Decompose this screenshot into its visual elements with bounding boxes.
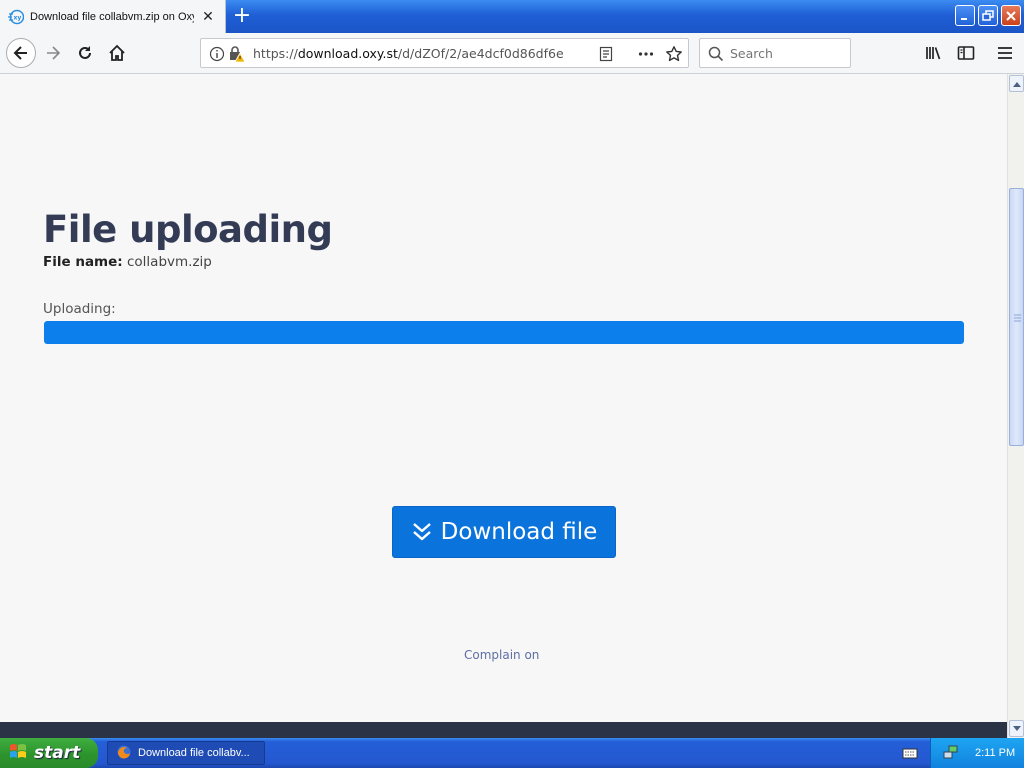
grip-icon xyxy=(1014,314,1021,322)
taskbar-item-browser[interactable]: Download file collabv... xyxy=(107,741,265,765)
keyboard-icon[interactable] xyxy=(902,746,918,765)
tab-title: Download file collabvm.zip on Oxy xyxy=(30,10,194,23)
url-path: /d/dZOf/2/ae4dcf0d86df6e3f1c xyxy=(397,46,563,61)
browser-title-bar: xy Download file collabvm.zip on Oxy ✕ + xyxy=(0,0,1024,33)
close-window-button[interactable] xyxy=(1001,5,1021,26)
reload-icon xyxy=(79,46,91,59)
info-icon[interactable] xyxy=(208,45,226,63)
bookmark-star-icon[interactable] xyxy=(665,45,683,63)
scrollbar-thumb[interactable] xyxy=(1009,188,1024,446)
navigation-toolbar: https://download.oxy.st/d/dZOf/2/ae4dcf0… xyxy=(0,33,1024,74)
url-host: download.oxy.st xyxy=(297,46,398,61)
back-button[interactable] xyxy=(6,38,36,68)
taskbar-item-label: Download file collabv... xyxy=(138,747,250,759)
clock[interactable]: 2:11 PM xyxy=(975,747,1015,759)
chevron-down-icon xyxy=(1012,725,1021,731)
library-icon xyxy=(926,47,941,60)
new-tab-button[interactable]: + xyxy=(230,4,254,28)
sidebar-button[interactable] xyxy=(952,39,980,67)
hamburger-menu-icon xyxy=(998,47,1012,59)
windows-logo-icon xyxy=(8,741,28,766)
home-button[interactable] xyxy=(103,39,131,67)
file-name-label: File name: xyxy=(43,254,123,270)
url-text[interactable]: https://download.oxy.st/d/dZOf/2/ae4dcf0… xyxy=(253,46,563,61)
browser-tab[interactable]: xy Download file collabvm.zip on Oxy ✕ xyxy=(0,0,226,33)
forward-button[interactable] xyxy=(39,39,67,67)
system-tray: 2:11 PM xyxy=(930,738,1024,768)
uploading-label: Uploading: xyxy=(43,301,116,317)
search-box[interactable] xyxy=(699,38,851,68)
screen: xy Download file collabvm.zip on Oxy ✕ + xyxy=(0,0,1024,768)
complain-link[interactable]: Complain on xyxy=(464,648,539,662)
search-input[interactable] xyxy=(730,45,845,62)
insecure-lock-icon[interactable] xyxy=(228,45,246,63)
download-file-button[interactable]: Download file xyxy=(392,506,616,558)
library-button[interactable] xyxy=(920,39,948,67)
upload-progress-bar xyxy=(44,321,964,344)
page-actions-icon[interactable] xyxy=(637,45,655,63)
sidebar-icon xyxy=(957,46,975,60)
download-button-label: Download file xyxy=(440,519,598,545)
firefox-icon xyxy=(116,744,132,763)
forward-arrow-icon xyxy=(47,46,61,60)
reader-view-icon[interactable] xyxy=(597,45,615,63)
double-chevron-down-icon xyxy=(411,521,433,543)
reload-button[interactable] xyxy=(71,39,99,67)
start-label: start xyxy=(34,743,81,763)
scroll-up-button[interactable] xyxy=(1009,75,1024,92)
menu-button[interactable] xyxy=(991,39,1019,67)
vertical-scrollbar[interactable] xyxy=(1007,74,1024,738)
close-tab-icon[interactable]: ✕ xyxy=(201,9,215,23)
page-footer xyxy=(0,722,1007,738)
file-name-row: File name: collabvm.zip xyxy=(43,254,212,270)
minimize-button[interactable] xyxy=(955,5,975,26)
start-button[interactable]: start xyxy=(0,738,98,768)
oxy-favicon-icon: xy xyxy=(8,9,24,25)
file-name-value: collabvm.zip xyxy=(126,254,212,270)
url-scheme: https:// xyxy=(253,46,298,61)
taskbar: start Download file collabv... 2:11 PM xyxy=(0,738,1024,768)
back-arrow-icon xyxy=(13,46,27,60)
address-bar[interactable]: https://download.oxy.st/d/dZOf/2/ae4dcf0… xyxy=(200,38,689,68)
page-viewport: File uploading File name: collabvm.zip U… xyxy=(0,74,1007,722)
page-title: File uploading xyxy=(43,208,333,251)
scroll-down-button[interactable] xyxy=(1009,720,1024,737)
svg-text:xy: xy xyxy=(14,14,22,21)
search-icon xyxy=(707,45,725,63)
upload-progress-fill xyxy=(44,321,964,344)
network-icon[interactable] xyxy=(943,744,959,763)
chevron-up-icon xyxy=(1012,81,1021,87)
home-icon xyxy=(109,44,125,61)
restore-button[interactable] xyxy=(978,5,998,26)
